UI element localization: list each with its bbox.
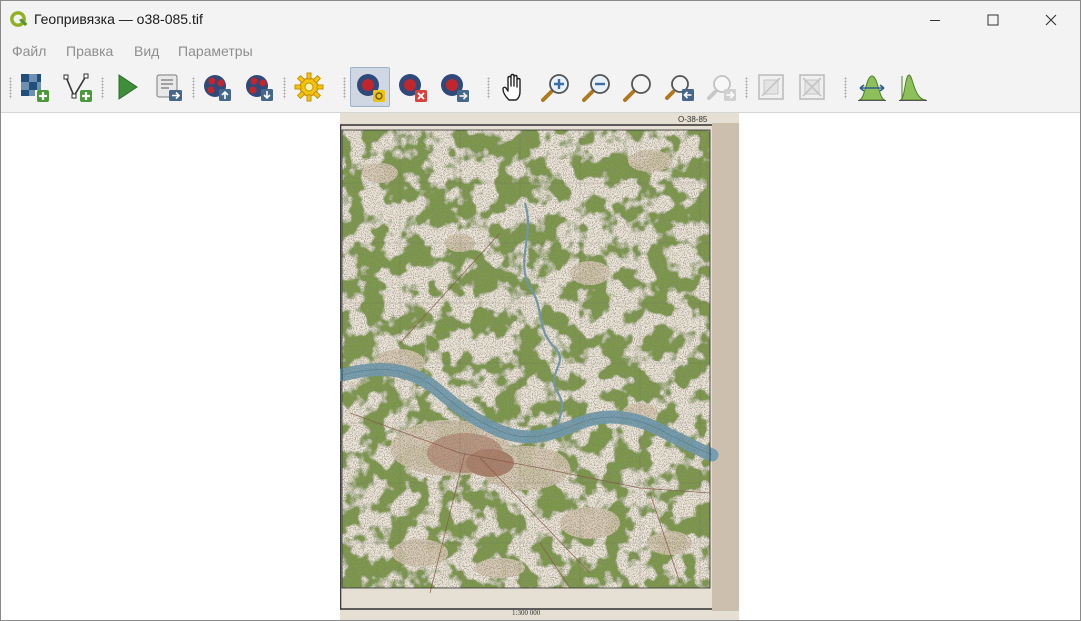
maximize-icon xyxy=(987,14,999,26)
toolbar-grip[interactable] xyxy=(844,77,847,99)
toolbar-grip[interactable] xyxy=(101,77,104,99)
add-vector-point-button[interactable] xyxy=(57,67,97,107)
close-icon xyxy=(1045,14,1057,26)
add-point-icon xyxy=(357,74,385,102)
link-qgis-to-georef-button[interactable] xyxy=(792,67,832,107)
add-vector-point-icon xyxy=(63,73,92,102)
generate-script-icon xyxy=(156,74,182,101)
transformation-settings-button[interactable] xyxy=(289,67,329,107)
maximize-button[interactable] xyxy=(970,1,1016,39)
menu-settings[interactable]: Параметры xyxy=(178,43,253,59)
zoom-last-icon xyxy=(665,75,694,101)
minimize-icon xyxy=(930,20,940,21)
map-print-texture xyxy=(342,130,710,588)
toolbar-grip[interactable] xyxy=(487,77,490,99)
open-raster-button[interactable] xyxy=(14,67,54,107)
toolbar-grip[interactable] xyxy=(283,77,286,99)
open-raster-icon xyxy=(21,74,49,102)
toolbar-grip[interactable] xyxy=(343,77,346,99)
local-histogram-stretch-button[interactable] xyxy=(893,67,933,107)
toolbar-grip[interactable] xyxy=(745,77,748,99)
toolbar-grip[interactable] xyxy=(192,77,195,99)
load-gcp-points-button[interactable] xyxy=(197,67,237,107)
local-histogram-stretch-icon xyxy=(899,74,927,101)
link-qgis-to-georef-icon xyxy=(799,74,825,100)
add-point-button[interactable] xyxy=(350,67,390,107)
delete-point-icon xyxy=(399,74,427,102)
title-bar: Геопривязка — o38-085.tif xyxy=(1,1,1080,39)
minimize-button[interactable] xyxy=(912,1,958,39)
save-gcp-points-icon xyxy=(246,75,273,101)
run-georeferencing-icon xyxy=(118,74,138,100)
toolbar-grip[interactable] xyxy=(9,77,12,99)
zoom-out-icon xyxy=(582,74,610,102)
full-histogram-stretch-button[interactable] xyxy=(852,67,892,107)
move-point-button[interactable] xyxy=(434,67,474,107)
menu-view[interactable]: Вид xyxy=(134,43,159,59)
qgis-logo-icon xyxy=(10,11,28,27)
transformation-settings-icon xyxy=(294,72,324,102)
georeferencer-window: Геопривязка — o38-085.tif Файл Правка Ви… xyxy=(0,0,1081,621)
toolbar xyxy=(1,63,1080,113)
zoom-to-layer-icon xyxy=(623,74,651,102)
full-histogram-stretch-icon xyxy=(858,75,886,101)
map-canvas[interactable]: O-38-85 1:300 000 xyxy=(1,113,1080,620)
zoom-last-button[interactable] xyxy=(660,67,700,107)
zoom-to-layer-button[interactable] xyxy=(618,67,658,107)
link-georef-to-qgis-button[interactable] xyxy=(751,67,791,107)
window-title: Геопривязка — o38-085.tif xyxy=(34,11,203,27)
zoom-next-button[interactable] xyxy=(702,67,742,107)
topographic-map-raster[interactable]: O-38-85 1:300 000 xyxy=(340,113,739,620)
zoom-next-icon xyxy=(707,75,736,101)
map-side-margin xyxy=(712,123,739,611)
close-button[interactable] xyxy=(1028,1,1074,39)
delete-point-button[interactable] xyxy=(392,67,432,107)
zoom-in-button[interactable] xyxy=(536,67,576,107)
load-gcp-points-icon xyxy=(204,75,231,101)
menu-file[interactable]: Файл xyxy=(12,43,46,59)
generate-script-button[interactable] xyxy=(148,67,188,107)
save-gcp-points-button[interactable] xyxy=(239,67,279,107)
run-georeferencing-button[interactable] xyxy=(107,67,147,107)
pan-button[interactable] xyxy=(494,67,534,107)
zoom-in-icon xyxy=(541,74,569,102)
menu-bar: Файл Правка Вид Параметры xyxy=(1,39,1080,63)
zoom-out-button[interactable] xyxy=(577,67,617,107)
move-point-icon xyxy=(441,74,469,102)
link-georef-to-qgis-icon xyxy=(758,74,784,100)
pan-hand-icon xyxy=(502,73,521,101)
scale-label: 1:300 000 xyxy=(512,609,541,617)
sheet-label: O-38-85 xyxy=(678,115,708,124)
menu-edit[interactable]: Правка xyxy=(66,43,113,59)
